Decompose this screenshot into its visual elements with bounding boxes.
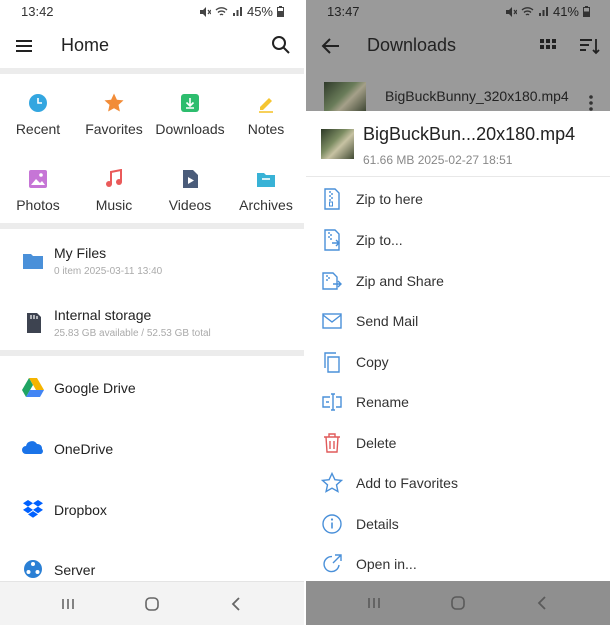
storage-my-files[interactable]: My Files 0 item 2025-03-11 13:40	[0, 240, 304, 284]
open-external-icon	[323, 554, 342, 573]
back-nav-icon[interactable]	[533, 593, 553, 613]
option-zip-to-here[interactable]: Zip to here	[306, 179, 610, 219]
trash-icon	[324, 433, 340, 453]
file-list-item[interactable]: BigBuckBunny_320x180.mp4	[306, 72, 610, 114]
divider	[0, 350, 304, 356]
category-notes[interactable]: Notes	[228, 92, 304, 137]
back-arrow-icon[interactable]	[320, 35, 342, 57]
category-music[interactable]: Music	[76, 168, 152, 213]
system-nav-bar	[0, 581, 304, 625]
system-nav-bar	[306, 581, 610, 625]
storage-internal[interactable]: Internal storage 25.83 GB available / 52…	[0, 302, 304, 346]
archive-icon	[257, 173, 275, 187]
zip-share-icon	[322, 272, 342, 290]
cloud-onedrive[interactable]: OneDrive	[0, 427, 304, 471]
page-title: Downloads	[367, 35, 457, 55]
cloud-google-drive[interactable]: Google Drive	[0, 366, 304, 410]
clock-icon	[29, 94, 47, 112]
category-downloads[interactable]: Downloads	[152, 92, 228, 137]
dropbox-icon	[23, 500, 43, 518]
category-videos[interactable]: Videos	[152, 168, 228, 213]
star-outline-icon	[321, 472, 343, 493]
mute-icon	[199, 6, 211, 17]
divider	[0, 223, 304, 229]
screenshot-pair: 13:42 45% Home Recent Favorites Download…	[0, 0, 610, 625]
option-zip-to[interactable]: Zip to...	[306, 220, 610, 260]
recents-nav-icon[interactable]	[58, 594, 78, 614]
home-nav-icon[interactable]	[142, 594, 162, 614]
signal-icon	[538, 7, 548, 16]
file-options-sheet: BigBuckBun...20x180.mp4 61.66 MB 2025-02…	[306, 111, 610, 584]
sheet-file-meta: 61.66 MB 2025-02-27 18:51	[363, 153, 513, 167]
option-zip-and-share[interactable]: Zip and Share	[306, 261, 610, 301]
battery-icon	[583, 6, 590, 17]
status-time: 13:47	[327, 4, 360, 19]
sd-card-icon	[27, 313, 41, 333]
star-icon	[104, 93, 124, 112]
option-send-mail[interactable]: Send Mail	[306, 301, 610, 341]
divider	[0, 68, 304, 74]
pencil-icon	[259, 98, 273, 113]
cloud-dropbox[interactable]: Dropbox	[0, 488, 304, 532]
sheet-file-name: BigBuckBun...20x180.mp4	[363, 124, 576, 144]
recents-nav-icon[interactable]	[364, 593, 384, 613]
page-title: Home	[61, 35, 110, 55]
battery-percent: 41%	[552, 4, 579, 19]
more-options-icon[interactable]	[588, 94, 594, 112]
info-icon	[322, 514, 342, 534]
zip-icon	[324, 188, 340, 210]
grid-view-icon[interactable]	[538, 35, 558, 55]
mail-icon	[322, 313, 342, 329]
category-archives[interactable]: Archives	[228, 168, 304, 213]
home-nav-icon[interactable]	[448, 593, 468, 613]
back-nav-icon[interactable]	[227, 594, 247, 614]
video-icon	[183, 170, 198, 188]
battery-percent: 45%	[246, 4, 273, 19]
home-screen: 13:42 45% Home Recent Favorites Download…	[0, 0, 304, 625]
server-icon	[24, 560, 42, 578]
category-recent[interactable]: Recent	[0, 92, 76, 137]
downloads-screen: 13:47 41% Downloads BigBuckBunny_320x180…	[306, 0, 610, 625]
battery-icon	[277, 6, 284, 17]
image-icon	[29, 170, 47, 188]
wifi-icon	[215, 7, 228, 16]
status-bar: 13:42 45%	[0, 0, 304, 24]
status-bar: 13:47 41%	[306, 0, 610, 24]
download-icon	[181, 94, 199, 112]
wifi-icon	[521, 7, 534, 16]
zip-arrow-icon	[324, 229, 340, 251]
category-photos[interactable]: Photos	[0, 168, 76, 213]
option-add-to-favorites[interactable]: Add to Favorites	[306, 463, 610, 503]
cloud-server[interactable]: Server	[0, 549, 304, 585]
app-bar: Home	[0, 24, 304, 68]
onedrive-icon	[22, 441, 43, 454]
app-bar: Downloads	[306, 24, 610, 68]
folder-icon	[23, 254, 43, 269]
option-rename[interactable]: Rename	[306, 382, 610, 422]
video-thumbnail	[324, 82, 366, 112]
option-copy[interactable]: Copy	[306, 342, 610, 382]
video-thumbnail	[321, 129, 354, 159]
sort-icon[interactable]	[578, 35, 600, 57]
google-drive-icon	[22, 378, 44, 397]
option-open-in[interactable]: Open in...	[306, 544, 610, 584]
search-icon[interactable]	[270, 34, 292, 56]
menu-icon[interactable]	[13, 35, 35, 57]
rename-icon	[322, 393, 342, 411]
signal-icon	[232, 7, 242, 16]
category-favorites[interactable]: Favorites	[76, 92, 152, 137]
mute-icon	[505, 6, 517, 17]
option-details[interactable]: Details	[306, 504, 610, 544]
option-delete[interactable]: Delete	[306, 423, 610, 463]
copy-icon	[324, 352, 340, 373]
status-time: 13:42	[21, 4, 54, 19]
music-note-icon	[106, 169, 122, 187]
sheet-header: BigBuckBun...20x180.mp4 61.66 MB 2025-02…	[306, 111, 610, 177]
